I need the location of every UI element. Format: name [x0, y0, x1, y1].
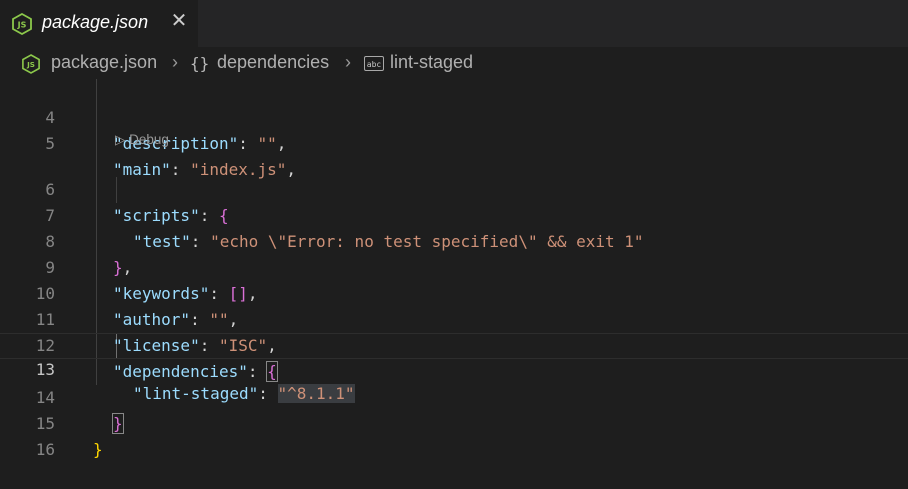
- close-icon[interactable]: ✕: [170, 11, 188, 31]
- string-icon: abc: [364, 56, 384, 71]
- code-line: 8 },: [0, 203, 908, 277]
- chevron-right-icon: ›: [172, 52, 178, 72]
- code-editor[interactable]: 4 "description": "", 5 "main": "index.js…: [0, 79, 908, 459]
- tab-package-json[interactable]: JS package.json ✕: [0, 0, 198, 47]
- code-line: 7 "test": "echo \"Error: no test specifi…: [0, 177, 908, 251]
- breadcrumb-item-dependencies[interactable]: dependencies: [217, 52, 329, 73]
- nodejs-icon: JS: [22, 54, 40, 79]
- code-line: 12 "dependencies": {: [0, 307, 908, 382]
- svg-text:JS: JS: [26, 60, 35, 69]
- code-line: 11 "license": "ISC",: [0, 281, 908, 355]
- code-line: 9 "keywords": [],: [0, 229, 908, 303]
- code-line: 14 }: [0, 359, 908, 434]
- tab-title: package.json: [42, 12, 149, 32]
- debug-codelens[interactable]: ▷ Debug: [115, 130, 169, 150]
- chevron-right-icon: ›: [345, 52, 351, 72]
- breadcrumb: JS package.json › {} dependencies › abc …: [0, 47, 908, 79]
- object-icon: {}: [190, 54, 210, 73]
- breadcrumb-item-file[interactable]: package.json: [51, 52, 157, 73]
- code-line: 10 "author": "",: [0, 255, 908, 329]
- code-line: 4 "description": "",: [0, 79, 908, 153]
- code-line: 5 "main": "index.js",: [0, 105, 908, 179]
- code-line: 15 }: [0, 385, 908, 459]
- breadcrumb-item-lint-staged[interactable]: lint-staged: [390, 52, 473, 73]
- nodejs-icon: JS: [12, 12, 32, 40]
- code-line: 16: [0, 411, 908, 459]
- svg-text:JS: JS: [17, 21, 27, 30]
- line-number: 16: [35, 440, 55, 459]
- tab-bar: JS package.json ✕: [0, 0, 908, 47]
- code-line-current: 13 "lint-staged": "^8.1.1": [0, 333, 908, 403]
- code-line: 6 "scripts": {: [0, 151, 908, 225]
